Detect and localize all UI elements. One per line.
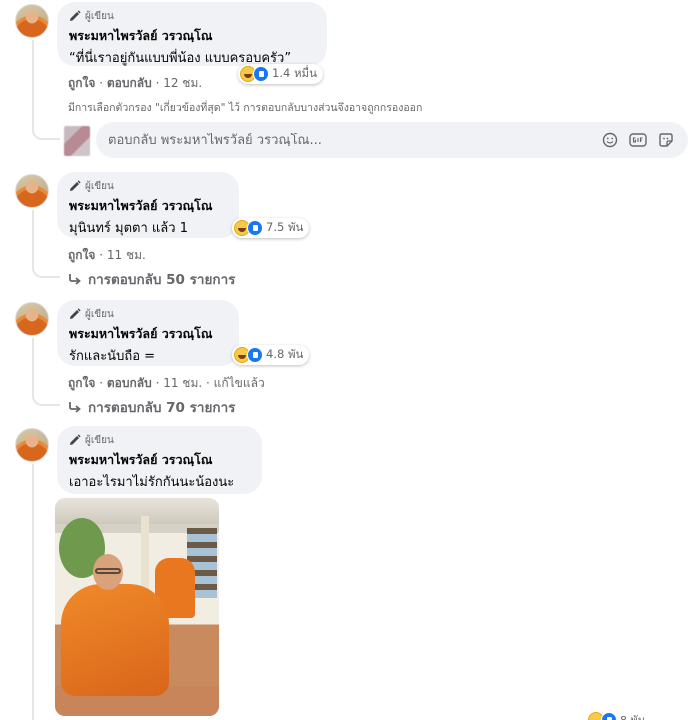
reaction-summary[interactable]: 8 พัน: [588, 710, 645, 720]
like-reaction-icon: [247, 347, 263, 363]
author-badge-label: ผู้เขียน: [85, 10, 114, 22]
author-badge: ผู้เขียน: [69, 178, 227, 194]
thread-connector: [32, 210, 60, 278]
comment-actions: ถูกใจ · ตอบกลับ · 12 ชม.: [68, 76, 203, 90]
comment-text: มุนินทร์ มุตตา แล้ว 1: [69, 221, 188, 236]
comment-bubble: ผู้เขียน พระมหาไพรวัลย์ วรวณฺโณ มุนินทร์…: [57, 172, 239, 238]
comment-text: รักและนับถือ =: [69, 349, 156, 364]
comment-timestamp[interactable]: 11 ชม.: [107, 248, 146, 262]
comment-author-name[interactable]: พระมหาไพรวัลย์ วรวณฺโณ: [69, 196, 227, 216]
avatar[interactable]: [15, 174, 49, 208]
comment-author-name[interactable]: พระมหาไพรวัลย์ วรวณฺโณ: [69, 324, 227, 344]
thread-connector: [32, 338, 60, 406]
like-action[interactable]: ถูกใจ: [68, 76, 95, 90]
filter-note: มีการเลือกตัวกรอง "เกี่ยวข้องที่สุด" ไว้…: [68, 102, 423, 114]
pencil-icon: [70, 308, 81, 319]
reaction-count: 4.8 พัน: [266, 347, 304, 361]
edited-label: แก้ไขแล้ว: [213, 376, 265, 390]
like-reaction-icon: [247, 220, 263, 236]
reaction-count: 1.4 หมื่น: [272, 66, 317, 80]
like-reaction-icon: [601, 712, 617, 720]
view-replies-link[interactable]: การตอบกลับ 50 รายการ: [68, 268, 235, 290]
comment-bubble: ผู้เขียน พระมหาไพรวัลย์ วรวณฺโณ เอาอะไรม…: [57, 426, 262, 494]
reply-box: [96, 122, 688, 158]
reaction-summary[interactable]: 1.4 หมื่น: [238, 64, 323, 84]
thread-connector: [32, 100, 60, 140]
like-reaction-icon: [253, 66, 269, 82]
comment-timestamp[interactable]: 11 ชม.: [163, 376, 202, 390]
comment-actions: ถูกใจ · 11 ชม.: [68, 248, 146, 262]
comment-author-name[interactable]: พระมหาไพรวัลย์ วรวณฺโณ: [69, 26, 315, 46]
reaction-count: 7.5 พัน: [266, 220, 304, 234]
reaction-summary[interactable]: 7.5 พัน: [232, 218, 310, 238]
comment-timestamp[interactable]: 12 ชม.: [163, 76, 202, 90]
reply-action[interactable]: ตอบกลับ: [107, 376, 152, 390]
thread-line: [32, 464, 34, 720]
comment-actions: ถูกใจ · ตอบกลับ · 11 ชม. · แก้ไขแล้ว: [68, 376, 265, 390]
author-badge: ผู้เขียน: [69, 306, 227, 322]
view-replies-label: การตอบกลับ 70 รายการ: [88, 400, 236, 416]
pencil-icon: [70, 180, 81, 191]
comment-bubble: ผู้เขียน พระมหาไพรวัลย์ วรวณฺโณ “ที่นี่เ…: [57, 2, 327, 66]
author-badge: ผู้เขียน: [69, 432, 250, 448]
thread-line: [32, 40, 34, 106]
user-avatar: [64, 126, 90, 156]
sticker-icon[interactable]: [656, 130, 676, 150]
reaction-count: 8 พัน: [620, 711, 645, 720]
like-action[interactable]: ถูกใจ: [68, 248, 95, 262]
comment-bubble: ผู้เขียน พระมหาไพรวัลย์ วรวณฺโณ รักและนั…: [57, 300, 239, 366]
reply-arrow-icon: [69, 274, 81, 285]
reply-arrow-icon: [69, 402, 81, 413]
comment-author-name[interactable]: พระมหาไพรวัลย์ วรวณฺโณ: [69, 450, 250, 470]
author-badge-label: ผู้เขียน: [85, 180, 114, 192]
author-badge-label: ผู้เขียน: [85, 308, 114, 320]
pencil-icon: [70, 10, 81, 21]
reply-action[interactable]: ตอบกลับ: [107, 76, 152, 90]
avatar[interactable]: [15, 4, 49, 38]
view-replies-label: การตอบกลับ 50 รายการ: [88, 272, 236, 288]
reply-input[interactable]: [108, 132, 592, 148]
author-badge-label: ผู้เขียน: [85, 434, 114, 446]
author-badge: ผู้เขียน: [69, 8, 315, 24]
pencil-icon: [70, 434, 81, 445]
avatar[interactable]: [15, 428, 49, 462]
comment-photo[interactable]: [55, 498, 219, 716]
avatar[interactable]: [15, 302, 49, 336]
emoji-icon[interactable]: [600, 130, 620, 150]
gif-icon[interactable]: [628, 130, 648, 150]
like-action[interactable]: ถูกใจ: [68, 376, 95, 390]
reaction-summary[interactable]: 4.8 พัน: [232, 345, 310, 365]
comment-text: เอาอะไรมาไม่รักกันนะน้องนะ: [69, 475, 235, 490]
view-replies-link[interactable]: การตอบกลับ 70 รายการ: [68, 396, 235, 418]
